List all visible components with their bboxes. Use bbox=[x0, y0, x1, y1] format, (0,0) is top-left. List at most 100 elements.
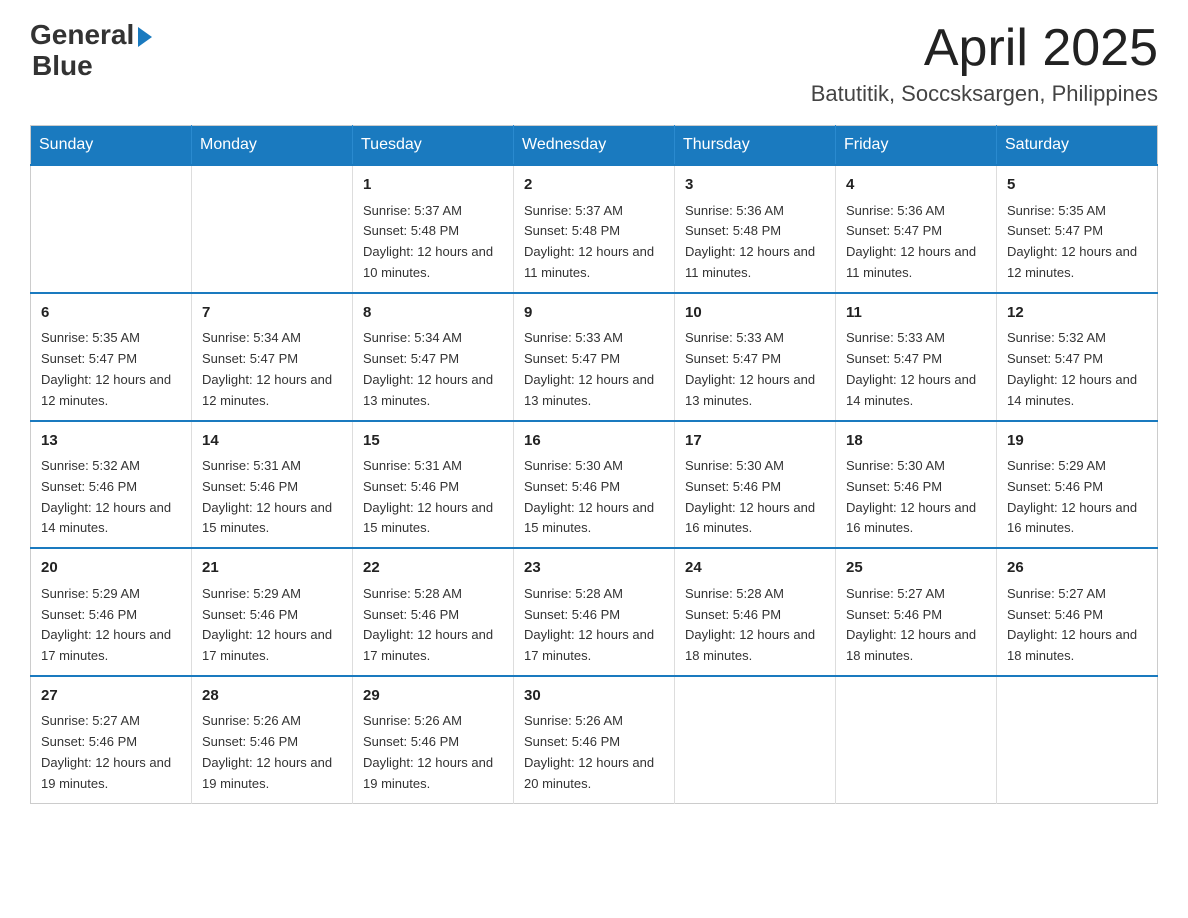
day-info: Sunrise: 5:28 AMSunset: 5:46 PMDaylight:… bbox=[524, 584, 664, 667]
calendar-week-row: 6 Sunrise: 5:35 AMSunset: 5:47 PMDaylight… bbox=[31, 293, 1158, 421]
day-info: Sunrise: 5:33 AMSunset: 5:47 PMDaylight:… bbox=[685, 328, 825, 411]
calendar-cell: 2 Sunrise: 5:37 AMSunset: 5:48 PMDaylight… bbox=[514, 165, 675, 293]
calendar-cell: 10 Sunrise: 5:33 AMSunset: 5:47 PMDayligh… bbox=[675, 293, 836, 421]
day-info: Sunrise: 5:28 AMSunset: 5:46 PMDaylight:… bbox=[363, 584, 503, 667]
calendar-cell: 30 Sunrise: 5:26 AMSunset: 5:46 PMDayligh… bbox=[514, 676, 675, 803]
calendar-cell: 28Sunrise: 5:26 AMSunset: 5:46 PMDayligh… bbox=[192, 676, 353, 803]
calendar-cell: 29 Sunrise: 5:26 AMSunset: 5:46 PMDayligh… bbox=[353, 676, 514, 803]
day-info: Sunrise: 5:33 AMSunset: 5:47 PMDaylight:… bbox=[846, 328, 986, 411]
day-number: 21 bbox=[202, 557, 342, 580]
calendar-cell: 23 Sunrise: 5:28 AMSunset: 5:46 PMDayligh… bbox=[514, 548, 675, 676]
day-info: Sunrise: 5:27 AMSunset: 5:46 PMDaylight:… bbox=[1007, 584, 1147, 667]
weekday-header-thursday: Thursday bbox=[675, 126, 836, 166]
calendar-cell: 18Sunrise: 5:30 AMSunset: 5:46 PMDayligh… bbox=[836, 421, 997, 549]
day-number: 8 bbox=[363, 302, 503, 325]
calendar-cell: 26 Sunrise: 5:27 AMSunset: 5:46 PMDayligh… bbox=[997, 548, 1158, 676]
calendar-cell: 16 Sunrise: 5:30 AMSunset: 5:46 PMDayligh… bbox=[514, 421, 675, 549]
day-info: Sunrise: 5:33 AMSunset: 5:47 PMDaylight:… bbox=[524, 328, 664, 411]
calendar-cell: 17Sunrise: 5:30 AMSunset: 5:46 PMDayligh… bbox=[675, 421, 836, 549]
day-number: 3 bbox=[685, 174, 825, 197]
day-info: Sunrise: 5:34 AMSunset: 5:47 PMDaylight:… bbox=[202, 328, 342, 411]
day-info: Sunrise: 5:27 AMSunset: 5:46 PMDaylight:… bbox=[846, 584, 986, 667]
day-info: Sunrise: 5:28 AMSunset: 5:46 PMDaylight:… bbox=[685, 584, 825, 667]
day-number: 2 bbox=[524, 174, 664, 197]
weekday-header-friday: Friday bbox=[836, 126, 997, 166]
calendar-cell: 9Sunrise: 5:33 AMSunset: 5:47 PMDaylight… bbox=[514, 293, 675, 421]
calendar-cell: 15Sunrise: 5:31 AMSunset: 5:46 PMDayligh… bbox=[353, 421, 514, 549]
month-title: April 2025 bbox=[811, 20, 1158, 77]
day-number: 11 bbox=[846, 302, 986, 325]
day-number: 20 bbox=[41, 557, 181, 580]
day-number: 15 bbox=[363, 430, 503, 453]
calendar-cell: 14 Sunrise: 5:31 AMSunset: 5:46 PMDayligh… bbox=[192, 421, 353, 549]
logo-blue: Blue bbox=[32, 51, 93, 82]
day-number: 7 bbox=[202, 302, 342, 325]
day-info: Sunrise: 5:36 AMSunset: 5:48 PMDaylight:… bbox=[685, 201, 825, 284]
day-number: 29 bbox=[363, 685, 503, 708]
calendar-cell: 1Sunrise: 5:37 AMSunset: 5:48 PMDaylight… bbox=[353, 165, 514, 293]
day-info: Sunrise: 5:35 AMSunset: 5:47 PMDaylight:… bbox=[1007, 201, 1147, 284]
calendar-cell: 11 Sunrise: 5:33 AMSunset: 5:47 PMDayligh… bbox=[836, 293, 997, 421]
calendar-cell bbox=[836, 676, 997, 803]
calendar-header-row: SundayMondayTuesdayWednesdayThursdayFrid… bbox=[31, 126, 1158, 166]
day-number: 10 bbox=[685, 302, 825, 325]
day-number: 26 bbox=[1007, 557, 1147, 580]
day-info: Sunrise: 5:37 AMSunset: 5:48 PMDaylight:… bbox=[524, 201, 664, 284]
day-number: 30 bbox=[524, 685, 664, 708]
weekday-header-monday: Monday bbox=[192, 126, 353, 166]
calendar-cell bbox=[31, 165, 192, 293]
calendar-week-row: 27 Sunrise: 5:27 AMSunset: 5:46 PMDayligh… bbox=[31, 676, 1158, 803]
calendar-cell: 4 Sunrise: 5:36 AMSunset: 5:47 PMDaylight… bbox=[836, 165, 997, 293]
logo: General Blue bbox=[30, 20, 152, 82]
calendar-cell: 3 Sunrise: 5:36 AMSunset: 5:48 PMDaylight… bbox=[675, 165, 836, 293]
calendar-cell: 13 Sunrise: 5:32 AMSunset: 5:46 PMDayligh… bbox=[31, 421, 192, 549]
calendar-cell: 12 Sunrise: 5:32 AMSunset: 5:47 PMDayligh… bbox=[997, 293, 1158, 421]
day-info: Sunrise: 5:30 AMSunset: 5:46 PMDaylight:… bbox=[846, 456, 986, 539]
day-number: 6 bbox=[41, 302, 181, 325]
day-info: Sunrise: 5:32 AMSunset: 5:46 PMDaylight:… bbox=[41, 456, 181, 539]
calendar-week-row: 1 Sunrise: 5:37 AMSunset: 5:48 PMDaylight… bbox=[31, 165, 1158, 293]
calendar-cell bbox=[997, 676, 1158, 803]
day-info: Sunrise: 5:30 AMSunset: 5:46 PMDaylight:… bbox=[524, 456, 664, 539]
day-number: 17 bbox=[685, 430, 825, 453]
calendar-table: SundayMondayTuesdayWednesdayThursdayFrid… bbox=[30, 125, 1158, 803]
day-info: Sunrise: 5:31 AMSunset: 5:46 PMDaylight:… bbox=[202, 456, 342, 539]
day-number: 5 bbox=[1007, 174, 1147, 197]
logo-arrow-icon bbox=[138, 27, 152, 47]
day-info: Sunrise: 5:26 AMSunset: 5:46 PMDaylight:… bbox=[363, 711, 503, 794]
calendar-cell: 25 Sunrise: 5:27 AMSunset: 5:46 PMDayligh… bbox=[836, 548, 997, 676]
calendar-cell: 24Sunrise: 5:28 AMSunset: 5:46 PMDayligh… bbox=[675, 548, 836, 676]
calendar-cell: 8Sunrise: 5:34 AMSunset: 5:47 PMDaylight… bbox=[353, 293, 514, 421]
location-title: Batutitik, Soccsksargen, Philippines bbox=[811, 81, 1158, 107]
weekday-header-tuesday: Tuesday bbox=[353, 126, 514, 166]
day-info: Sunrise: 5:29 AMSunset: 5:46 PMDaylight:… bbox=[202, 584, 342, 667]
calendar-cell: 20Sunrise: 5:29 AMSunset: 5:46 PMDayligh… bbox=[31, 548, 192, 676]
day-number: 19 bbox=[1007, 430, 1147, 453]
calendar-cell: 22 Sunrise: 5:28 AMSunset: 5:46 PMDayligh… bbox=[353, 548, 514, 676]
day-number: 28 bbox=[202, 685, 342, 708]
day-info: Sunrise: 5:36 AMSunset: 5:47 PMDaylight:… bbox=[846, 201, 986, 284]
day-info: Sunrise: 5:32 AMSunset: 5:47 PMDaylight:… bbox=[1007, 328, 1147, 411]
day-number: 14 bbox=[202, 430, 342, 453]
calendar-cell bbox=[675, 676, 836, 803]
day-number: 22 bbox=[363, 557, 503, 580]
day-number: 16 bbox=[524, 430, 664, 453]
day-number: 25 bbox=[846, 557, 986, 580]
calendar-cell: 5 Sunrise: 5:35 AMSunset: 5:47 PMDaylight… bbox=[997, 165, 1158, 293]
day-info: Sunrise: 5:35 AMSunset: 5:47 PMDaylight:… bbox=[41, 328, 181, 411]
day-number: 12 bbox=[1007, 302, 1147, 325]
calendar-cell bbox=[192, 165, 353, 293]
day-number: 23 bbox=[524, 557, 664, 580]
day-number: 1 bbox=[363, 174, 503, 197]
day-number: 4 bbox=[846, 174, 986, 197]
day-info: Sunrise: 5:27 AMSunset: 5:46 PMDaylight:… bbox=[41, 711, 181, 794]
day-info: Sunrise: 5:26 AMSunset: 5:46 PMDaylight:… bbox=[524, 711, 664, 794]
day-number: 13 bbox=[41, 430, 181, 453]
weekday-header-saturday: Saturday bbox=[997, 126, 1158, 166]
day-number: 27 bbox=[41, 685, 181, 708]
calendar-cell: 19Sunrise: 5:29 AMSunset: 5:46 PMDayligh… bbox=[997, 421, 1158, 549]
calendar-cell: 7 Sunrise: 5:34 AMSunset: 5:47 PMDaylight… bbox=[192, 293, 353, 421]
page-header: General Blue April 2025 Batutitik, Soccs… bbox=[30, 20, 1158, 107]
logo-general: General bbox=[30, 20, 134, 51]
calendar-week-row: 13 Sunrise: 5:32 AMSunset: 5:46 PMDayligh… bbox=[31, 421, 1158, 549]
